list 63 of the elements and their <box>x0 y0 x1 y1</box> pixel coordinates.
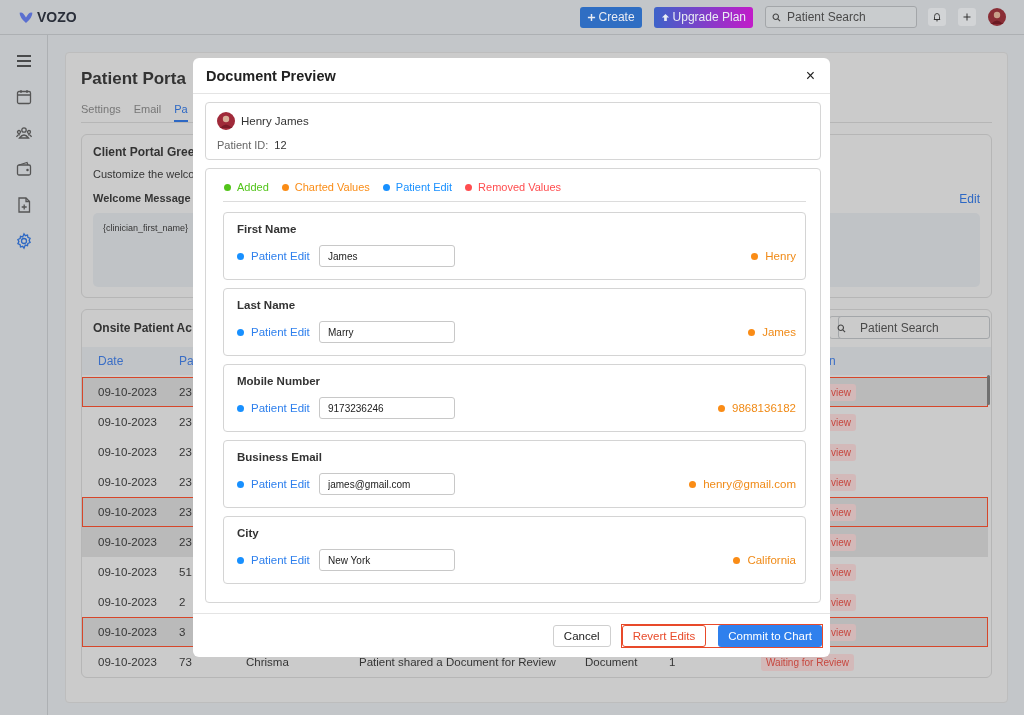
table-cell: 09-10-2023 <box>98 626 157 638</box>
legend-label: Added <box>237 181 269 193</box>
table-cell: Patient shared a Document for Review <box>359 656 556 668</box>
field-label: Business Email <box>237 451 323 463</box>
source-label: Patient Edit <box>251 326 311 338</box>
section-title: Onsite Patient Ac <box>93 320 192 335</box>
patient-name: Henry James <box>241 115 309 127</box>
table-cell: 23 <box>179 416 192 428</box>
patient-id: 12 <box>274 139 287 151</box>
field-label: City <box>237 527 260 539</box>
charted-value: James <box>762 326 796 338</box>
table-cell: 73 <box>179 656 192 668</box>
status-badge: view <box>828 623 856 641</box>
status-badge: view <box>828 473 856 491</box>
table-cell: 09-10-2023 <box>98 596 157 608</box>
table-cell: 23 <box>179 386 192 398</box>
status-badge: view <box>828 413 856 431</box>
table-cell: 09-10-2023 <box>98 476 157 488</box>
table-cell: 09-10-2023 <box>98 386 157 398</box>
table-cell: 09-10-2023 <box>98 656 157 668</box>
status-badge: view <box>828 503 856 521</box>
source-label: Patient Edit <box>251 554 311 566</box>
charted-value: Henry <box>765 250 796 262</box>
field-label: First Name <box>237 223 298 235</box>
table-cell: 23 <box>179 446 192 458</box>
charted-value: California <box>747 554 796 566</box>
field-label: Last Name <box>237 299 297 311</box>
field-label: Welcome Message <box>93 192 191 206</box>
table-cell: 09-10-2023 <box>98 566 157 578</box>
source-label: Patient Edit <box>251 250 311 262</box>
table-cell: 23 <box>179 506 192 518</box>
table-cell: Document <box>585 656 638 668</box>
column-header: n <box>828 354 837 368</box>
table-cell: Chrisma <box>246 656 289 668</box>
column-header: Date <box>98 354 125 368</box>
page-title: Patient Porta <box>81 69 186 89</box>
table-cell: 09-10-2023 <box>98 446 157 458</box>
legend-label: Charted Values <box>294 181 370 193</box>
status-badge: view <box>828 443 856 461</box>
table-cell: 1 <box>669 656 676 668</box>
legend-label: Removed Values <box>478 181 562 193</box>
status-badge: view <box>828 533 856 551</box>
table-cell: 09-10-2023 <box>98 536 157 548</box>
table-cell: 09-10-2023 <box>98 416 157 428</box>
legend-label: Patient Edit <box>395 181 453 193</box>
patient-id-label: Patient ID: <box>217 139 269 151</box>
source-label: Patient Edit <box>251 402 311 414</box>
source-label: Patient Edit <box>251 478 311 490</box>
table-cell: 23 <box>179 476 192 488</box>
dialog-title: Document Preview <box>206 67 336 84</box>
table-cell: 09-10-2023 <box>98 506 157 518</box>
status-badge: view <box>828 593 856 611</box>
status-badge: view <box>828 383 856 401</box>
status-badge: view <box>828 563 856 581</box>
charted-value: 9868136182 <box>732 402 796 414</box>
column-header: Pa <box>179 354 195 368</box>
table-cell: 3 <box>179 626 186 638</box>
table-cell: 2 <box>179 596 186 608</box>
table-cell: 23 <box>179 536 192 548</box>
field-label: Mobile Number <box>237 375 322 387</box>
logo-text: VOZO <box>37 9 77 25</box>
charted-value: henry@gmail.com <box>703 478 796 490</box>
table-cell: 51 <box>179 566 192 578</box>
